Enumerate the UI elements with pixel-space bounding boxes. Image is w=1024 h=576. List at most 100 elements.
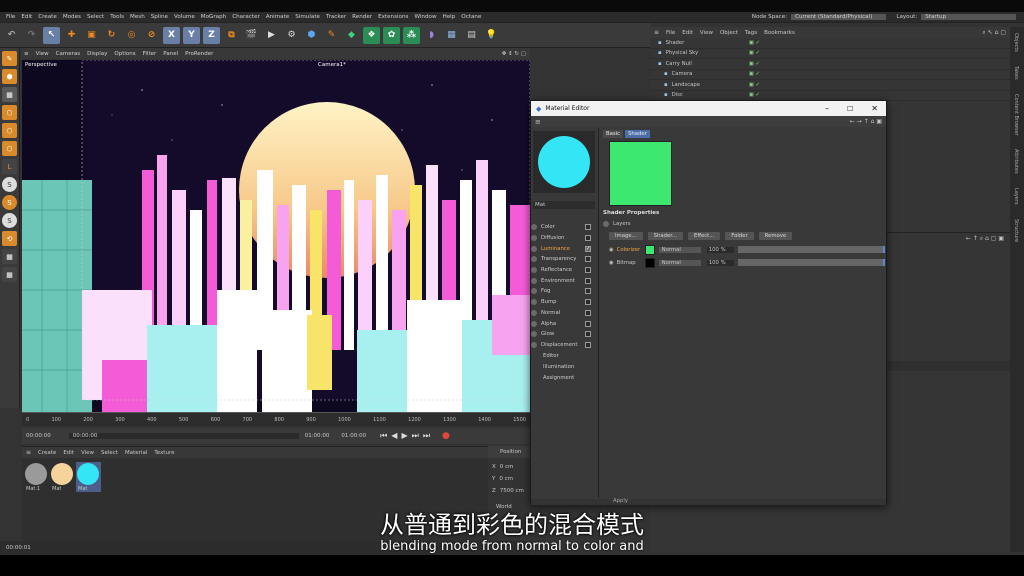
cube-icon[interactable]: ⬢ (303, 27, 320, 44)
object-menu-bookmarks[interactable]: Bookmarks (764, 30, 795, 36)
floor-icon[interactable]: ▦ (443, 27, 460, 44)
cloner-icon[interactable]: ❖ (363, 26, 380, 44)
x-axis-icon[interactable]: X (163, 26, 180, 44)
material-name-field[interactable]: Mat (533, 201, 595, 209)
object-row[interactable]: ▪ Physical Sky ▣ ✓ (650, 49, 1010, 59)
channel-radio[interactable] (531, 245, 537, 252)
preview-end-field[interactable]: 01:00:00 (305, 433, 330, 439)
channel-luminance[interactable]: Luminance ✓ (531, 243, 593, 254)
menu-tracker[interactable]: Tracker (326, 14, 346, 20)
y-axis-icon[interactable]: Y (183, 26, 200, 44)
viewport-menu-display[interactable]: Display (87, 51, 107, 57)
viewport-menu-filter[interactable]: Filter (143, 51, 157, 57)
pos-x-field[interactable]: 0 cm (500, 464, 514, 470)
channel-radio[interactable] (531, 277, 537, 284)
material-menu-texture[interactable]: Texture (154, 450, 174, 456)
material-swatch[interactable]: Mat (76, 462, 101, 492)
object-tags-icon[interactable]: ▣ ✓ (749, 50, 760, 56)
start-time-field[interactable]: 00:00:00 (68, 433, 299, 439)
channel-environment[interactable]: Environment (531, 275, 593, 286)
layer-opacity-field[interactable]: 100 % (706, 259, 734, 266)
channel-radio[interactable] (531, 235, 537, 242)
channel-radio[interactable] (531, 320, 537, 327)
layer-swatch[interactable] (644, 244, 655, 255)
layer-btn-image[interactable]: Image... (609, 232, 643, 240)
viewport-menu-prorender[interactable]: ProRender (185, 51, 213, 57)
layer-visibility-icon[interactable]: ◉ (609, 260, 614, 266)
channel-checkbox[interactable] (585, 331, 591, 338)
select-tool-icon[interactable]: ↖ (43, 26, 60, 44)
layer-opacity-slider[interactable] (737, 259, 885, 266)
blend-mode-dropdown[interactable]: Normal (658, 246, 701, 253)
recent-tool-icon[interactable]: ⊘ (143, 27, 160, 44)
object-row[interactable]: ▪ Landscape ▣ ✓ (650, 80, 1010, 91)
mated-nav-icons[interactable]: ← → ↑ ⌂ ▣ (850, 118, 882, 125)
channel-checkbox[interactable] (585, 277, 591, 284)
material-menu-select[interactable]: Select (101, 450, 118, 456)
render-picture-icon[interactable]: ▶ (263, 27, 280, 44)
channel-radio[interactable] (531, 256, 537, 263)
viewport-menu-view[interactable]: View (36, 51, 49, 57)
side-tab-takes[interactable]: Takes (1013, 66, 1019, 80)
channel-checkbox[interactable]: ✓ (585, 245, 591, 252)
channel-color[interactable]: Color (531, 222, 593, 233)
channel-glow[interactable]: Glow (531, 329, 593, 340)
timeline-ruler[interactable]: 0 100 200 300 400 500 600 700 800 900 1000 1100 1200… (22, 412, 530, 426)
layout-dropdown[interactable]: Startup (921, 14, 1016, 20)
undo-icon[interactable]: ↶ (3, 27, 20, 44)
object-row[interactable]: ▪ Shader ▣ ✓ (650, 38, 1010, 49)
redo-icon[interactable]: ↷ (23, 27, 40, 44)
material-preview-box[interactable] (533, 131, 595, 193)
menu-mesh[interactable]: Mesh (130, 14, 145, 20)
z-axis-icon[interactable]: Z (203, 26, 220, 44)
layer-btn-shader[interactable]: Shader... (647, 232, 683, 240)
layer-visibility-icon[interactable]: ◉ (609, 247, 614, 253)
menu-mograph[interactable]: MoGraph (201, 14, 226, 20)
channel-reflectance[interactable]: Reflectance (531, 265, 593, 276)
channel-diffusion[interactable]: Diffusion (531, 233, 593, 244)
live-select-icon[interactable]: ◎ (123, 27, 140, 44)
channel-checkbox[interactable] (585, 288, 591, 295)
object-menu-view[interactable]: View (700, 30, 713, 36)
render-settings-icon[interactable]: ⚙ (283, 27, 300, 44)
light-icon[interactable]: 💡 (483, 27, 500, 44)
snap-icon-3[interactable]: S (2, 213, 17, 228)
object-tags-icon[interactable]: ▣ ✓ (749, 61, 760, 67)
channel-radio[interactable] (531, 267, 537, 274)
blend-mode-dropdown[interactable]: Normal (658, 259, 701, 266)
object-menu-file[interactable]: File (666, 30, 675, 36)
menu-character[interactable]: Character (232, 14, 260, 20)
menu-render[interactable]: Render (352, 14, 372, 20)
channel-radio[interactable] (531, 224, 537, 231)
menu-octane[interactable]: Octane (461, 14, 481, 20)
scale-tool-icon[interactable]: ▣ (83, 27, 100, 44)
layer-btn-effect[interactable]: Effect... (687, 232, 721, 240)
menu-volume[interactable]: Volume (174, 14, 195, 20)
viewport-menu-cameras[interactable]: Cameras (56, 51, 80, 57)
current-time-field[interactable]: 00:00:00 (26, 433, 51, 439)
side-tab-layers[interactable]: Layers (1013, 188, 1019, 205)
menu-create[interactable]: Create (38, 14, 57, 20)
channel-fog[interactable]: Fog (531, 286, 593, 297)
menu-file[interactable]: File (6, 14, 15, 20)
object-menu-tags[interactable]: Tags (745, 30, 757, 36)
axis-mode-icon[interactable]: L (2, 159, 17, 174)
3d-viewport[interactable]: Perspective Camera1* (22, 60, 530, 412)
material-swatch[interactable]: Mat (50, 462, 75, 492)
end-time-field[interactable]: 01:00:00 (341, 433, 366, 439)
channel-transparency[interactable]: Transparency (531, 254, 593, 265)
minimize-icon[interactable]: – (825, 104, 829, 113)
layer-opacity-slider[interactable] (737, 246, 885, 253)
deformer-icon[interactable]: ◗ (423, 27, 440, 44)
channel-checkbox[interactable] (585, 341, 591, 348)
texture-mode-icon[interactable]: ▦ (2, 87, 17, 102)
rotate-tool-icon[interactable]: ↻ (103, 27, 120, 44)
shader-preview[interactable] (609, 141, 672, 206)
channel-radio[interactable] (531, 331, 537, 338)
object-row[interactable]: ▪ Camera ▣ ✓ (650, 70, 1010, 80)
subdivision-icon[interactable]: ◆ (343, 27, 360, 44)
channel-checkbox[interactable] (585, 320, 591, 327)
workplane-icon[interactable]: ▦ (2, 249, 17, 264)
material-menu-view[interactable]: View (81, 450, 94, 456)
move-tool-icon[interactable]: ✚ (63, 27, 80, 44)
